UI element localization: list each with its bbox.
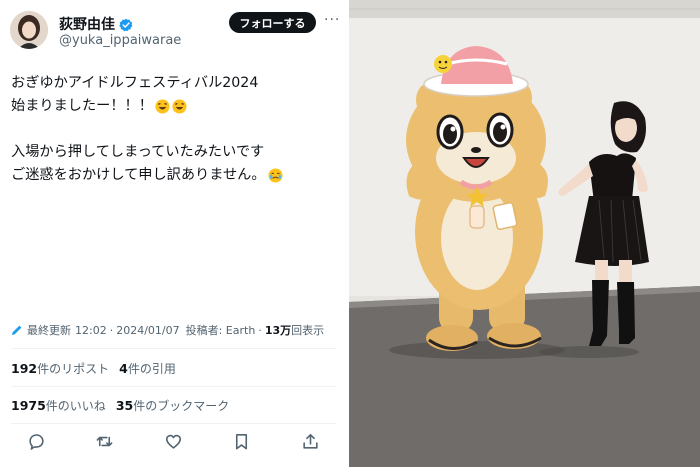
display-name[interactable]: 荻野由佳 xyxy=(59,14,115,34)
divider xyxy=(11,386,336,387)
meta-separator: · xyxy=(109,323,114,337)
tweet-line-text: 入場から押してしまっていたみたいです xyxy=(11,144,265,160)
likes-label: 件のいいね xyxy=(45,399,106,413)
like-icon[interactable] xyxy=(163,431,183,451)
reply-icon[interactable] xyxy=(26,431,46,451)
tweet-line: おぎゆかアイドルフェスティバル2024 xyxy=(11,72,341,95)
tweet-meta: 最終更新 12:02 · 2024/01/07 投稿者: Earth · 13万… xyxy=(11,322,324,338)
stats-row-reposts: 192 件のリポスト 4 件の引用 xyxy=(11,360,186,377)
more-options-icon[interactable]: ··· xyxy=(324,13,340,27)
tweet-text: おぎゆかアイドルフェスティバル2024 始まりましたー！！！ 入場から押してしま… xyxy=(11,72,341,187)
event-photo xyxy=(349,0,700,467)
avatar[interactable] xyxy=(10,11,48,49)
post-time[interactable]: 12:02 xyxy=(75,324,107,337)
attached-photo[interactable] xyxy=(349,0,700,467)
tweet-line-text: おぎゆかアイドルフェスティバル2024 xyxy=(11,75,259,91)
quotes-stat[interactable]: 4 件の引用 xyxy=(119,360,176,377)
follow-button[interactable]: フォローする xyxy=(229,12,316,33)
share-icon[interactable] xyxy=(300,431,320,451)
handle[interactable]: @yuka_ippaiwarae xyxy=(59,33,181,48)
likes-stat[interactable]: 1975 件のいいね xyxy=(11,397,106,414)
action-bar xyxy=(26,431,320,451)
verified-badge-icon xyxy=(119,17,133,32)
view-count-label: 回表示 xyxy=(291,324,325,337)
laughing-face-emoji-icon xyxy=(155,99,170,114)
divider xyxy=(11,423,336,424)
tweet-line-text: 始まりましたー！！！ xyxy=(11,98,153,114)
tweet-line-text: ご迷惑をおかけして申し訳ありません。 xyxy=(11,167,266,183)
tweet-line: ご迷惑をおかけして申し訳ありません。 xyxy=(11,164,341,187)
bookmarks-count: 35 xyxy=(115,398,134,413)
bookmarks-label: 件のブックマーク xyxy=(133,399,230,413)
quotes-count: 4 xyxy=(119,361,128,376)
bookmarks-stat[interactable]: 35 件のブックマーク xyxy=(116,397,229,414)
edit-pen-icon xyxy=(11,324,23,336)
reposts-stat[interactable]: 192 件のリポスト xyxy=(11,360,109,377)
quotes-label: 件の引用 xyxy=(127,362,176,376)
stats-row-likes: 1975 件のいいね 35 件のブックマーク xyxy=(11,397,239,414)
bookmark-icon[interactable] xyxy=(232,431,252,451)
repost-icon[interactable] xyxy=(95,431,115,451)
tweet-card: 荻野由佳 @yuka_ippaiwarae フォローする ··· おぎゆかアイド… xyxy=(0,0,348,467)
reposts-label: 件のリポスト xyxy=(37,362,110,376)
meta-separator: · xyxy=(258,323,262,337)
tweet-line: 始まりましたー！！！ xyxy=(11,95,341,118)
author-name-row: 荻野由佳 xyxy=(59,14,133,34)
likes-count: 1975 xyxy=(11,398,46,413)
posted-by: 投稿者: Earth xyxy=(185,324,256,337)
post-date[interactable]: 2024/01/07 xyxy=(116,324,179,337)
view-count: 13万 xyxy=(264,324,292,337)
reposts-count: 192 xyxy=(11,361,38,376)
crying-face-emoji-icon xyxy=(268,168,283,183)
laughing-face-emoji-icon xyxy=(172,99,187,114)
edited-label[interactable]: 最終更新 xyxy=(27,322,71,338)
divider xyxy=(11,348,336,349)
tweet-line: 入場から押してしまっていたみたいです xyxy=(11,141,341,164)
